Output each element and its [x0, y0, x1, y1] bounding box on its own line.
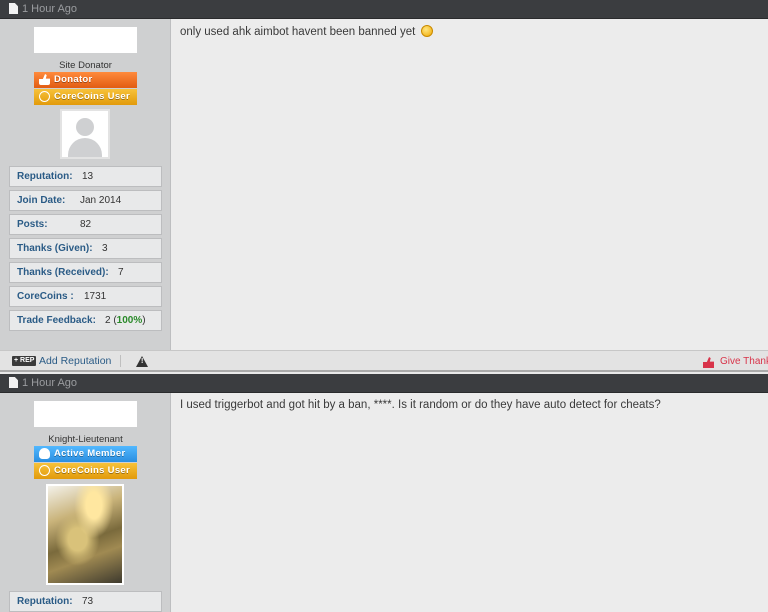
stat-key: Thanks (Received):	[17, 267, 109, 278]
username-box[interactable]	[34, 401, 137, 427]
stat-join-date: Join Date: Jan 2014	[9, 190, 162, 211]
post-footer: + REP Add Reputation Give Thank	[0, 350, 768, 372]
stat-value: 13	[82, 171, 94, 182]
user-title: Site Donator	[59, 60, 112, 71]
stat-value: 3	[102, 243, 108, 254]
avatar[interactable]	[46, 484, 124, 585]
report-warning-icon[interactable]	[136, 356, 148, 367]
stat-trade-feedback[interactable]: Trade Feedback: 2 (100%)	[9, 310, 162, 331]
document-icon	[9, 377, 18, 388]
stat-value: 73	[82, 596, 94, 607]
post-time: 1 Hour Ago	[22, 3, 78, 15]
divider	[120, 355, 121, 367]
stat-key: Posts:	[17, 219, 48, 230]
stat-reputation: Reputation: 73	[9, 591, 162, 612]
thumbs-up-icon	[39, 74, 50, 85]
stat-key: Join Date:	[17, 195, 66, 206]
stat-value: 7	[118, 267, 124, 278]
badge-label: Active Member	[54, 448, 126, 459]
badge-active-member: Active Member	[34, 446, 137, 462]
smiley-icon	[420, 25, 433, 37]
document-icon	[9, 3, 18, 14]
badge-label: CoreCoins User	[54, 465, 130, 476]
give-thanks-button[interactable]: Give Thank	[720, 356, 768, 367]
stat-value: Jan 2014	[80, 195, 122, 206]
rep-icon[interactable]: + REP	[12, 356, 37, 366]
post-time: 1 Hour Ago	[22, 377, 78, 389]
stat-key: Reputation:	[17, 171, 73, 182]
post-content: only used ahk aimbot havent been banned …	[171, 19, 768, 350]
user-title: Knight-Lieutenant	[48, 434, 123, 445]
lightbulb-icon	[39, 448, 50, 459]
user-info-panel: Site Donator Donator CoreCoins User Repu…	[0, 19, 171, 350]
coin-icon	[39, 465, 50, 476]
post-header: 1 Hour Ago	[0, 0, 768, 19]
coin-icon	[39, 91, 50, 102]
post-message: only used ahk aimbot havent been banned …	[180, 25, 433, 38]
badge-corecoins: CoreCoins User	[34, 463, 137, 479]
badge-label: CoreCoins User	[54, 91, 130, 102]
stat-key: Trade Feedback:	[17, 315, 96, 326]
stat-corecoins: CoreCoins : 1731	[9, 286, 162, 307]
add-reputation-link[interactable]: Add Reputation	[39, 355, 111, 367]
stat-key: Thanks (Given):	[17, 243, 93, 254]
badge-donator: Donator	[34, 72, 137, 88]
stat-reputation: Reputation: 13	[9, 166, 162, 187]
post-content: I used triggerbot and got hit by a ban, …	[171, 393, 768, 612]
stat-key: Reputation:	[17, 596, 73, 607]
stat-thanks-received: Thanks (Received): 7	[9, 262, 162, 283]
avatar[interactable]	[60, 109, 110, 159]
post-header: 1 Hour Ago	[0, 374, 768, 393]
stat-key: CoreCoins :	[17, 291, 74, 302]
stat-value: 1731	[84, 291, 107, 302]
stat-thanks-given: Thanks (Given): 3	[9, 238, 162, 259]
post-message: I used triggerbot and got hit by a ban, …	[180, 399, 661, 411]
username-box[interactable]	[34, 27, 137, 53]
badge-corecoins: CoreCoins User	[34, 89, 137, 105]
thumbs-up-icon[interactable]	[703, 357, 714, 368]
stat-value: 82	[80, 219, 92, 230]
stat-posts: Posts: 82	[9, 214, 162, 235]
stat-value: 2 (100%)	[105, 315, 146, 326]
badge-label: Donator	[54, 74, 93, 85]
